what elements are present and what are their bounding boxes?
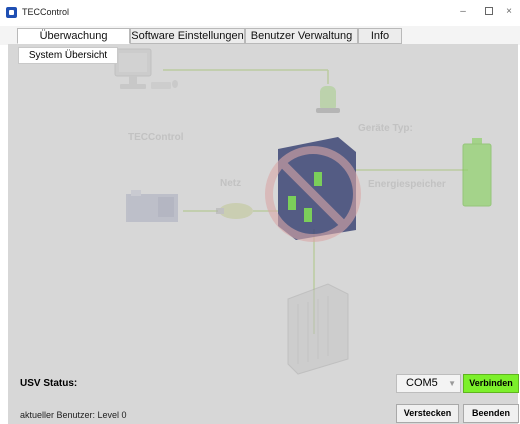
chevron-down-icon: ▼ [448, 379, 456, 388]
tab-bar: Überwachung Software Einstellungen Benut… [0, 26, 520, 45]
tab-ueberwachung[interactable]: Überwachung [17, 28, 130, 44]
tab-software-einstellungen[interactable]: Software Einstellungen [130, 28, 245, 44]
energiespeicher-label: Energiespeicher [368, 179, 446, 190]
maximize-icon [485, 7, 493, 16]
subtab-system-uebersicht[interactable]: System Übersicht [18, 47, 118, 64]
server-icon [287, 283, 349, 375]
teccontrol-label: TECControl [128, 132, 184, 143]
close-icon: × [506, 6, 512, 17]
com-port-select[interactable]: COM5 ▼ [396, 374, 461, 393]
com-port-value: COM5 [406, 377, 438, 389]
grid-icon [126, 190, 178, 222]
usv-status-label: USV Status: [20, 378, 78, 389]
minimize-button[interactable]: – [452, 4, 474, 20]
title-bar: TECControl – × [0, 0, 520, 26]
window-title: TECControl [22, 7, 70, 17]
netz-label: Netz [220, 178, 242, 189]
tab-benutzer-verwaltung[interactable]: Benutzer Verwaltung [245, 28, 358, 44]
device-type-icon [316, 86, 340, 113]
system-diagram-graphic [114, 48, 492, 375]
current-user-label: aktueller Benutzer: Level 0 [20, 410, 127, 420]
maximize-button[interactable] [478, 4, 500, 20]
connect-button[interactable]: Verbinden [463, 374, 519, 393]
hide-button[interactable]: Verstecken [396, 404, 459, 423]
plug-icon [216, 203, 253, 219]
main-panel: TECControl Netz Geräte Typ: Energiespeic… [8, 44, 519, 424]
system-diagram: TECControl Netz Geräte Typ: Energiespeic… [8, 44, 518, 424]
geraete-typ-label: Geräte Typ: [358, 123, 413, 134]
minimize-icon: – [460, 6, 466, 17]
tab-info[interactable]: Info [358, 28, 402, 44]
computer-icon [114, 48, 178, 89]
exit-button[interactable]: Beenden [463, 404, 519, 423]
battery-icon [462, 138, 492, 207]
close-button[interactable]: × [498, 4, 520, 20]
app-logo-icon [6, 7, 17, 18]
